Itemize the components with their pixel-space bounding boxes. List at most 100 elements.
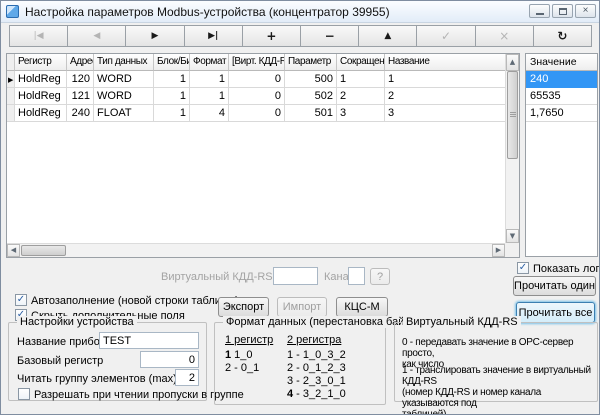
post-edit-icon: ✓ (441, 32, 451, 41)
cell-format[interactable]: 1 (190, 71, 229, 88)
read-all-button[interactable]: Прочитать все (516, 302, 595, 323)
export-button[interactable]: Экспорт (218, 297, 269, 317)
cell-format[interactable]: 1 (190, 88, 229, 105)
help-button[interactable]: ? (370, 268, 390, 285)
grid-header-name[interactable]: Название (385, 54, 505, 71)
scroll-down-button[interactable]: ▼ (506, 229, 519, 243)
grid-header-datatype[interactable]: Тип данных (94, 54, 154, 71)
channel-input[interactable] (348, 267, 365, 285)
restore-button[interactable] (552, 4, 573, 18)
cell-block-bit[interactable]: 1 (154, 71, 190, 88)
format-option: 1 1_0 (225, 349, 253, 361)
cell-address[interactable]: 121 (67, 88, 94, 105)
cell-parameter[interactable]: 501 (285, 105, 337, 122)
cell-virt-kdd[interactable]: 0 (229, 105, 285, 122)
cancel-edit-icon: × (499, 32, 509, 41)
grid-header-abbrev[interactable]: Сокращение (337, 54, 385, 71)
data-format-group: Формат данных (перестановка байт) 1 реги… (214, 322, 386, 405)
cell-datatype[interactable]: WORD (94, 71, 154, 88)
scroll-left-button[interactable]: ◀ (7, 244, 20, 257)
cell-register[interactable]: HoldReg (15, 88, 67, 105)
cell-name[interactable]: 2 (385, 88, 505, 105)
nav-prior-button[interactable]: ◀ (67, 25, 126, 47)
grid-header-format[interactable]: Формат (190, 54, 229, 71)
format-option: 3 - 2_3_0_1 (287, 375, 346, 387)
nav-cancel-button[interactable]: × (475, 25, 534, 47)
minimize-button[interactable] (529, 4, 550, 18)
grid-header-address[interactable]: Адрес (67, 54, 94, 71)
value-cell[interactable]: 65535 (526, 88, 597, 105)
cell-abbrev[interactable]: 1 (337, 71, 385, 88)
cell-address[interactable]: 120 (67, 71, 94, 88)
window-title: Настройка параметров Modbus-устройства (… (25, 5, 390, 19)
value-cell-selected[interactable]: 240 (526, 71, 597, 88)
cell-parameter[interactable]: 502 (285, 88, 337, 105)
cell-name[interactable]: 1 (385, 71, 505, 88)
nav-refresh-button[interactable]: ↻ (533, 25, 592, 47)
minimize-icon (536, 12, 544, 15)
refresh-icon: ↻ (557, 32, 567, 41)
row-indicator-empty (7, 88, 15, 105)
import-button[interactable]: Импорт (277, 297, 327, 317)
nav-insert-button[interactable]: + (242, 25, 301, 47)
group-read-input[interactable] (175, 369, 199, 386)
grid-header-block-bit[interactable]: Блок/Бит (154, 54, 190, 71)
grid-header-register[interactable]: Регистр (15, 54, 67, 71)
nav-delete-button[interactable]: − (300, 25, 359, 47)
close-button[interactable]: × (575, 4, 596, 18)
read-one-button[interactable]: Прочитать один (513, 276, 596, 296)
modbus-settings-window: Настройка параметров Modbus-устройства (… (0, 0, 600, 415)
cell-abbrev[interactable]: 2 (337, 88, 385, 105)
grid-header-virt-kdd[interactable]: [Вирт. КДД-RS] (229, 54, 285, 71)
vertical-scroll-thumb[interactable] (507, 71, 518, 159)
allow-gaps-label: Разрешать при чтении пропуски в группе (34, 389, 244, 401)
cell-name[interactable]: 3 (385, 105, 505, 122)
cell-abbrev[interactable]: 3 (337, 105, 385, 122)
virtual-kdd-label: Виртуальный КДД-RS (161, 271, 269, 283)
cell-block-bit[interactable]: 1 (154, 88, 190, 105)
table-row[interactable]: ▶ HoldReg 120 WORD 1 1 0 500 1 1 (7, 71, 505, 88)
nav-post-button[interactable]: ✓ (416, 25, 475, 47)
cell-block-bit[interactable]: 1 (154, 105, 190, 122)
table-row[interactable]: HoldReg 240 FLOAT 1 4 0 501 3 3 (7, 105, 505, 122)
grid-empty-area[interactable] (7, 122, 505, 243)
nav-edit-button[interactable]: ▲ (358, 25, 417, 47)
format-option: 2 - 0_1_2_3 (287, 362, 346, 374)
cell-register[interactable]: HoldReg (15, 71, 67, 88)
check-icon: ✓ (519, 263, 527, 273)
cell-parameter[interactable]: 500 (285, 71, 337, 88)
grid-header-parameter[interactable]: Параметр (285, 54, 337, 71)
cell-datatype[interactable]: FLOAT (94, 105, 154, 122)
grid-horizontal-scrollbar[interactable]: ◀ ▶ (7, 243, 505, 257)
table-row[interactable]: HoldReg 121 WORD 1 1 0 502 2 2 (7, 88, 505, 105)
last-record-icon: ▶| (208, 32, 218, 41)
device-name-input[interactable] (99, 332, 199, 349)
cell-register[interactable]: HoldReg (15, 105, 67, 122)
scroll-up-icon: ▲ (510, 59, 515, 66)
cell-datatype[interactable]: WORD (94, 88, 154, 105)
cell-virt-kdd[interactable]: 0 (229, 71, 285, 88)
next-record-icon: ▶ (152, 32, 159, 41)
cell-format[interactable]: 4 (190, 105, 229, 122)
autofill-label: Автозаполнение (новой строки таблицы) (31, 295, 239, 307)
allow-gaps-checkbox[interactable] (18, 388, 30, 400)
horizontal-scroll-thumb[interactable] (21, 245, 66, 256)
show-log-checkbox[interactable]: ✓ (517, 262, 529, 274)
base-register-input[interactable] (140, 351, 199, 368)
value-grid-header[interactable]: Значение (526, 54, 597, 71)
grid-vertical-scrollbar[interactable]: ▲ ▼ (505, 54, 519, 243)
nav-first-button[interactable]: |◀ (9, 25, 68, 47)
nav-last-button[interactable]: ▶| (184, 25, 243, 47)
kcsm-button[interactable]: КЦС-М (336, 297, 388, 317)
check-icon: ✓ (17, 295, 25, 305)
scroll-right-button[interactable]: ▶ (492, 244, 505, 257)
close-icon: × (583, 6, 589, 16)
nav-next-button[interactable]: ▶ (125, 25, 184, 47)
autofill-checkbox[interactable]: ✓ (15, 294, 27, 306)
one-register-header: 1 регистр (225, 334, 273, 346)
value-cell[interactable]: 1,7650 (526, 105, 597, 122)
scroll-up-button[interactable]: ▲ (506, 54, 519, 71)
virtual-kdd-input[interactable] (273, 267, 318, 285)
cell-virt-kdd[interactable]: 0 (229, 88, 285, 105)
cell-address[interactable]: 240 (67, 105, 94, 122)
